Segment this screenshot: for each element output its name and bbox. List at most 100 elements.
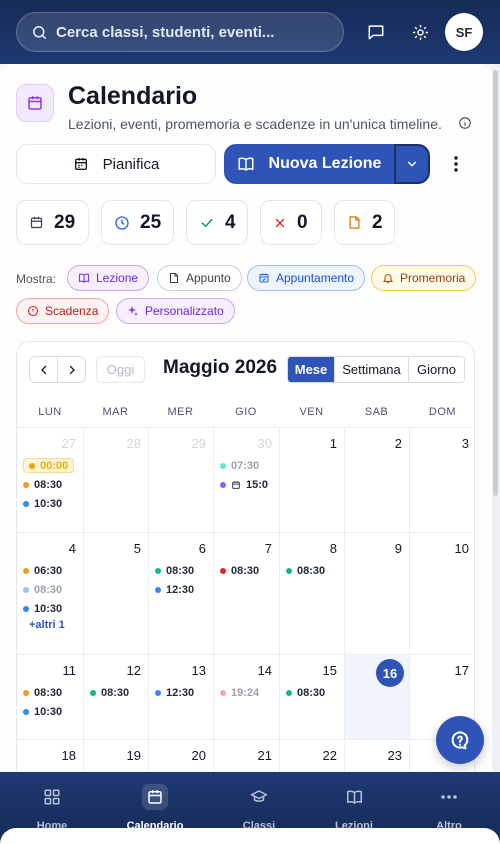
today-button[interactable]: Oggi: [96, 356, 145, 383]
day-number: 21: [257, 748, 272, 763]
weekday-header: LUN: [38, 406, 62, 418]
event-time: 08:30: [231, 565, 260, 577]
day-cell[interactable]: 22: [279, 739, 344, 772]
day-number: 14: [257, 663, 272, 678]
event-dot: [23, 568, 29, 574]
calendar-event[interactable]: 06:30: [23, 563, 62, 579]
filter-chip-label: Appuntamento: [276, 271, 355, 285]
chat-icon[interactable]: [364, 20, 388, 44]
filter-chip-promemoria[interactable]: Promemoria: [371, 265, 477, 291]
more-events-link[interactable]: +altri 1: [29, 619, 65, 631]
gear-icon[interactable]: [408, 20, 432, 44]
day-number: 17: [454, 663, 469, 678]
event-time: 08:30: [34, 479, 63, 491]
day-cell[interactable]: 11 08:30 10:30: [17, 654, 83, 739]
event-dot: [23, 690, 29, 696]
info-icon[interactable]: [458, 116, 472, 135]
day-cell[interactable]: 12 08:30: [83, 654, 148, 739]
chevron-right-icon: [69, 365, 75, 374]
calendar-event[interactable]: 08:30: [286, 685, 325, 701]
calendar-event[interactable]: 08:30: [286, 563, 325, 579]
filter-chip-scadenza[interactable]: Scadenza: [16, 298, 110, 324]
day-cell[interactable]: 27 00:00 08:30 10:30: [17, 427, 83, 532]
nav-item-classi[interactable]: Classi: [209, 772, 309, 832]
day-cell[interactable]: 18: [17, 739, 83, 772]
day-cell[interactable]: 16: [344, 654, 409, 739]
filter-chip-appunto[interactable]: Appunto: [157, 265, 242, 291]
scrollbar-thumb[interactable]: [493, 70, 498, 496]
bottom-sheet-handle[interactable]: [0, 828, 500, 844]
more-options-icon[interactable]: [446, 154, 466, 174]
day-cell[interactable]: 8 08:30: [279, 532, 344, 654]
tab-day[interactable]: Giorno: [408, 357, 464, 382]
new-lesson-button[interactable]: Nuova Lezione: [224, 144, 394, 184]
calendar-event[interactable]: 08:30: [220, 563, 259, 579]
nav-item-lezioni[interactable]: Lezioni: [304, 772, 404, 832]
search-bar[interactable]: [16, 12, 344, 52]
avatar[interactable]: SF: [445, 13, 483, 51]
day-cell[interactable]: 19: [83, 739, 148, 772]
day-cell[interactable]: 14 19:24: [213, 654, 279, 739]
calendar-event[interactable]: 08:30: [23, 685, 62, 701]
day-cell[interactable]: 15 08:30: [279, 654, 344, 739]
plan-button[interactable]: Pianifica: [16, 144, 216, 184]
day-number: 15: [322, 663, 337, 678]
stat-cancelled[interactable]: 0: [260, 200, 322, 245]
calendar-event[interactable]: 10:30: [23, 704, 62, 720]
calendar-event[interactable]: 08:30: [23, 477, 62, 493]
filter-chip-appuntamento[interactable]: Appuntamento: [247, 265, 366, 291]
nav-item-home[interactable]: Home: [2, 772, 102, 832]
tab-month[interactable]: Mese: [288, 357, 334, 382]
tab-week[interactable]: Settimana: [334, 357, 408, 382]
calendar-check-icon: [232, 481, 240, 489]
weekday-header: GIO: [235, 406, 257, 418]
calendar-event[interactable]: 07:30: [220, 458, 259, 474]
stat-completed[interactable]: 4: [186, 200, 248, 245]
calendar-event[interactable]: 12:30: [155, 582, 194, 598]
event-time: 06:30: [34, 565, 63, 577]
calendar-event[interactable]: 10:30: [23, 496, 62, 512]
page-title: Calendario: [68, 82, 198, 110]
help-button[interactable]: [436, 716, 484, 764]
stat-notes[interactable]: 2: [334, 200, 395, 245]
day-cell[interactable]: 9: [344, 532, 409, 654]
day-number: 10: [454, 541, 469, 556]
weekday-header: MAR: [102, 406, 129, 418]
main-content: Calendario Lezioni, eventi, promemoria e…: [0, 64, 492, 772]
day-cell[interactable]: 21: [213, 739, 279, 772]
calendar-event[interactable]: 08:30: [90, 685, 129, 701]
calendar-event[interactable]: 12:30: [155, 685, 194, 701]
day-cell[interactable]: 2: [344, 427, 409, 532]
stat-total[interactable]: 29: [16, 200, 89, 245]
filter-chip-lezione[interactable]: Lezione: [67, 265, 150, 291]
day-number: 13: [191, 663, 206, 678]
event-time: 12:30: [166, 584, 195, 596]
calendar-event[interactable]: 00:00: [23, 458, 75, 473]
day-cell[interactable]: 20: [148, 739, 213, 772]
day-cell[interactable]: 1: [279, 427, 344, 532]
next-month-button[interactable]: [57, 356, 86, 383]
day-cell[interactable]: 28: [83, 427, 148, 532]
new-lesson-dropdown-button[interactable]: [394, 144, 430, 184]
day-cell[interactable]: 4 06:30 08:30 10:30 +altri 1: [17, 532, 83, 654]
prev-month-button[interactable]: [29, 356, 58, 383]
calendar-event[interactable]: 08:30: [155, 563, 194, 579]
day-cell[interactable]: 7 08:30: [213, 532, 279, 654]
calendar-event[interactable]: 15:0: [220, 477, 268, 493]
day-cell[interactable]: 3: [409, 427, 474, 532]
day-cell[interactable]: 13 12:30: [148, 654, 213, 739]
calendar-event[interactable]: 19:24: [220, 685, 259, 701]
day-cell[interactable]: 6 08:30 12:30: [148, 532, 213, 654]
day-cell[interactable]: 30 07:30 15:0: [213, 427, 279, 532]
nav-item-calendario[interactable]: Calendario: [105, 772, 205, 832]
nav-item-altro[interactable]: Altro: [399, 772, 499, 832]
day-cell[interactable]: 5: [83, 532, 148, 654]
day-cell[interactable]: 29: [148, 427, 213, 532]
filter-chip-personalizzato[interactable]: Personalizzato: [116, 298, 235, 324]
calendar-event[interactable]: 10:30: [23, 601, 62, 617]
search-input[interactable]: [56, 23, 316, 41]
day-cell[interactable]: 10: [409, 532, 474, 654]
stat-scheduled[interactable]: 25: [101, 200, 174, 245]
day-cell[interactable]: 23: [344, 739, 409, 772]
calendar-event[interactable]: 08:30: [23, 582, 62, 598]
